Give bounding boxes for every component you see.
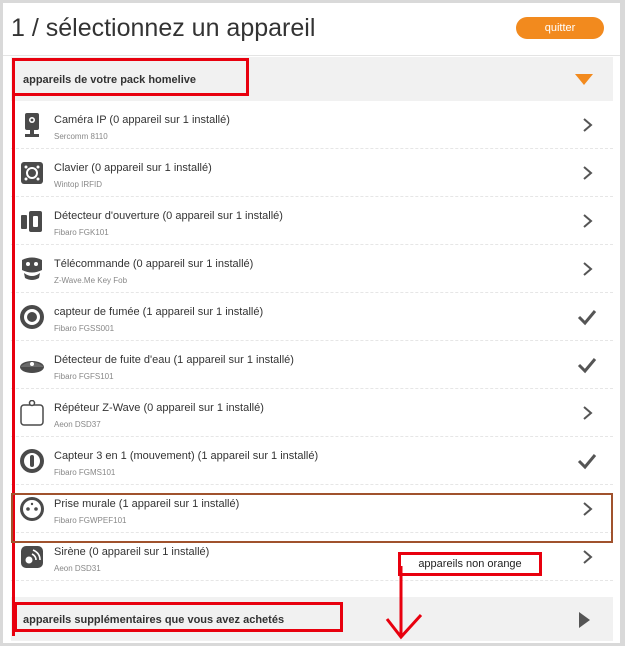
device-selection-panel: 1 / sélectionnez un appareil quitter app… [3,3,620,643]
device-title: Caméra IP (0 appareil sur 1 installé) [54,114,230,126]
quit-button[interactable]: quitter [516,17,604,39]
device-title: capteur de fumée (1 appareil sur 1 insta… [54,306,264,318]
device-model: Wintop IRFID [54,180,103,189]
device-model: Aeon DSD37 [54,420,101,429]
flood-sensor-icon [19,352,45,378]
chevron-right-icon[interactable] [577,211,597,231]
siren-icon [19,544,45,570]
chevron-right-icon[interactable] [577,115,597,135]
chevron-down-icon[interactable] [575,74,593,85]
checkmark-icon [577,451,597,471]
annotation-box-selected-row [11,493,613,543]
device-title: Détecteur d'ouverture (0 appareil sur 1 … [54,210,283,222]
device-title: Clavier (0 appareil sur 1 installé) [54,162,212,174]
annotation-box-extra [14,602,343,632]
device-model: Fibaro FGMS101 [54,468,116,477]
page-title: 1 / sélectionnez un appareil [11,14,316,42]
device-title: Répéteur Z-Wave (0 appareil sur 1 instal… [54,402,264,414]
device-row[interactable]: Clavier (0 appareil sur 1 installé) Winto… [11,149,613,197]
device-title: Capteur 3 en 1 (mouvement) (1 appareil s… [54,450,319,462]
device-title: Sirène (0 appareil sur 1 installé) [54,546,210,558]
chevron-right-icon[interactable] [577,403,597,423]
device-model: Z-Wave.Me Key Fob [54,276,128,285]
camera-icon [19,112,45,138]
chevron-right-icon[interactable] [577,547,597,567]
repeater-icon [19,399,45,426]
device-title: Télécommande (0 appareil sur 1 installé) [54,258,254,270]
device-row[interactable]: Détecteur de fuite d'eau (1 appareil sur… [11,341,613,389]
annotation-line-vertical [12,93,15,636]
device-title: Détecteur de fuite d'eau (1 appareil sur… [54,354,294,366]
door-sensor-icon [19,208,45,234]
chevron-right-icon[interactable] [577,163,597,183]
device-row[interactable]: Capteur 3 en 1 (mouvement) (1 appareil s… [11,437,613,485]
chevron-right-icon[interactable] [577,259,597,279]
device-model: Fibaro FGK101 [54,228,109,237]
checkmark-icon [577,355,597,375]
device-row[interactable]: Répéteur Z-Wave (0 appareil sur 1 instal… [11,389,613,437]
device-row[interactable]: Télécommande (0 appareil sur 1 installé)… [11,245,613,293]
device-model: Fibaro FGFS101 [54,372,114,381]
device-row[interactable]: Caméra IP (0 appareil sur 1 installé) Ser… [11,101,613,149]
keypad-icon [19,160,45,186]
motion-sensor-icon [19,448,45,474]
page-header: 1 / sélectionnez un appareil quitter [3,3,620,56]
device-model: Sercomm 8110 [54,132,108,141]
chevron-right-icon[interactable] [579,612,590,628]
device-row[interactable]: capteur de fumée (1 appareil sur 1 insta… [11,293,613,341]
device-model: Fibaro FGSS001 [54,324,115,333]
device-row[interactable]: Détecteur d'ouverture (0 appareil sur 1 … [11,197,613,245]
smoke-detector-icon [19,304,45,330]
annotation-box-pack [12,58,249,96]
device-model: Aeon DSD31 [54,564,101,573]
annotation-label: appareils non orange [398,552,542,576]
remote-icon [19,256,45,282]
checkmark-icon [577,307,597,327]
